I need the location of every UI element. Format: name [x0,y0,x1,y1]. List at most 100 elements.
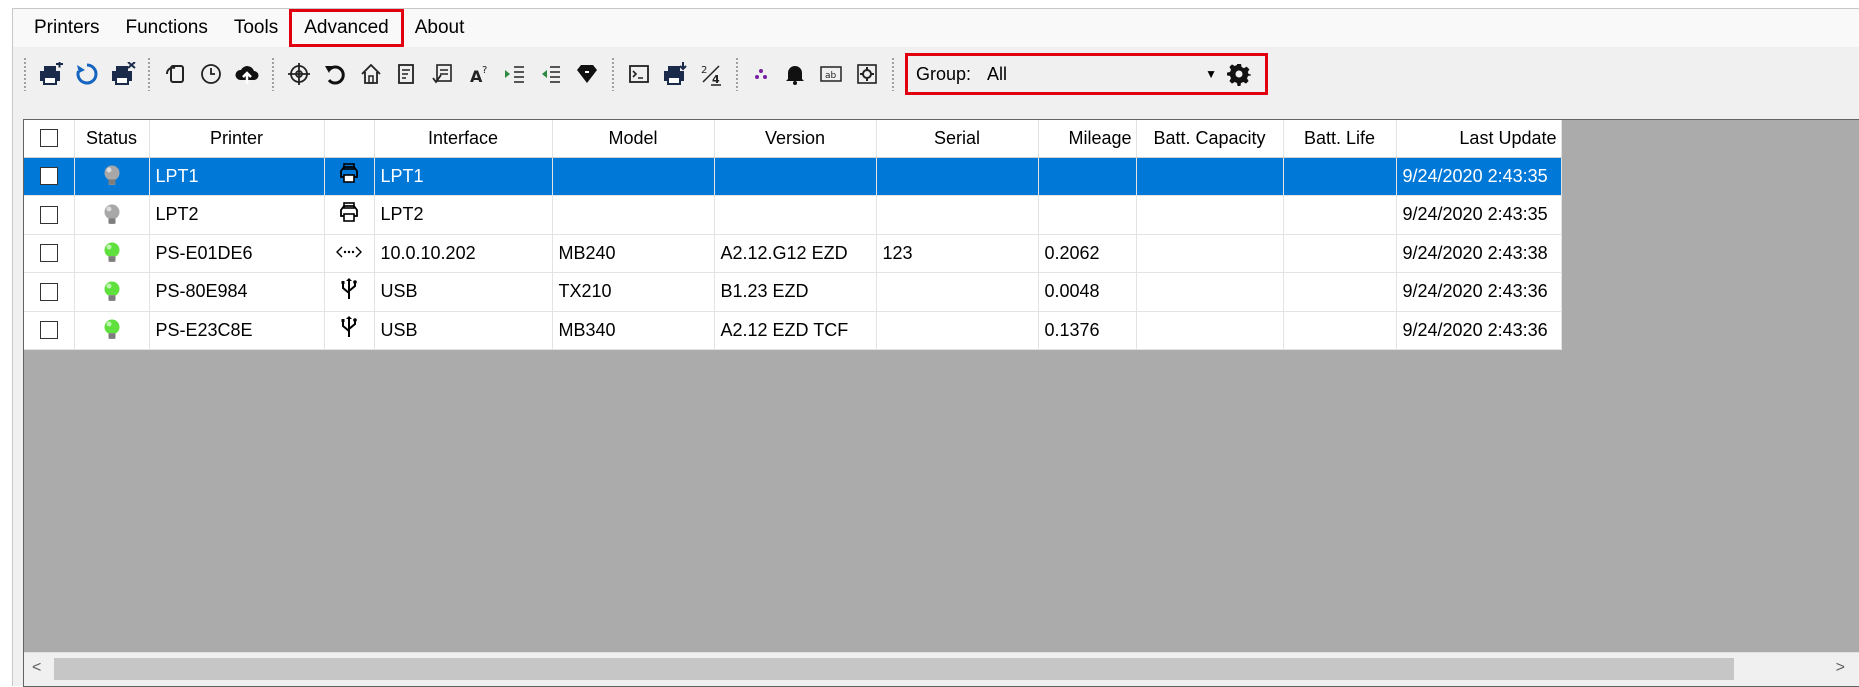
bell-icon[interactable] [777,56,813,92]
indent-icon[interactable] [497,56,533,92]
scroll-right-icon[interactable]: > [1836,659,1845,677]
column-header-iface-icon[interactable] [324,120,375,158]
row-checkbox-cell[interactable] [24,195,75,235]
cell-printer: LPT1 [149,157,325,196]
cell-batt-life [1283,234,1397,273]
row-checkbox-cell[interactable] [24,157,75,196]
target-icon[interactable] [281,56,317,92]
table-row[interactable]: PS-E23C8E USB MB340 A2.12 EZD TCF 0.1376 9/24… [24,311,1562,350]
cell-interface: USB [374,311,553,350]
toolbar-grip[interactable] [23,57,27,91]
group-select[interactable]: All ▼ [983,59,1222,89]
status-bulb-icon [75,318,149,342]
menu-printers[interactable]: Printers [21,11,112,45]
cell-batt-capacity [1136,157,1284,196]
font-size-icon[interactable]: A? [461,56,497,92]
cell-batt-capacity [1136,195,1284,235]
column-header-mileage[interactable]: Mileage [1038,120,1137,158]
add-printer-icon[interactable] [33,56,69,92]
cell-serial [876,195,1039,235]
row-checkbox[interactable] [39,205,58,224]
cell-model: MB340 [552,311,715,350]
table-row[interactable]: PS-80E984 USB TX210 B1.23 EZD 0.0048 9/24/202… [24,272,1562,312]
table-row[interactable]: LPT1 LPT1 9/24/2020 2:43:35 [24,157,1562,196]
svg-text:?: ? [482,65,487,76]
text-field-icon[interactable]: ab [813,56,849,92]
clock-icon[interactable] [193,56,229,92]
settings-panel-icon[interactable] [849,56,885,92]
menu-functions[interactable]: Functions [112,11,220,45]
printer-grid: Status Printer Interface Model Version S… [23,119,1859,687]
cell-batt-capacity [1136,234,1284,273]
column-header-batt-capacity[interactable]: Batt. Capacity [1136,120,1284,158]
scrollbar-thumb[interactable] [54,658,1734,680]
document-settings-icon[interactable] [389,56,425,92]
table-row[interactable]: LPT2 LPT2 9/24/2020 2:43:35 [24,195,1562,235]
menu-tools[interactable]: Tools [221,11,291,45]
printer-icon [324,195,375,235]
status-bulb-icon [75,203,149,227]
cell-model [552,195,715,235]
cell-batt-life [1283,195,1397,235]
row-checkbox-cell[interactable] [24,311,75,350]
gear-icon[interactable] [1221,56,1257,92]
cell-version: A2.12.G12 EZD [714,234,877,273]
column-header-last-update[interactable]: Last Update [1396,120,1562,158]
group-filter: Group: All ▼ [905,53,1269,95]
column-header-printer[interactable]: Printer [149,120,325,158]
row-checkbox-cell[interactable] [24,272,75,312]
cell-version: A2.12 EZD TCF [714,311,877,350]
printer-download-icon[interactable] [657,56,693,92]
reset-icon[interactable] [157,56,193,92]
column-header-version[interactable]: Version [714,120,877,158]
dots-icon[interactable] [745,56,777,92]
cell-interface: LPT1 [374,157,553,196]
menu-advanced[interactable]: Advanced [289,9,404,47]
column-header-interface[interactable]: Interface [374,120,553,158]
toolbar-grip [611,57,615,91]
cloud-upload-icon[interactable] [229,56,265,92]
status-cell [74,157,150,196]
outdent-icon[interactable] [533,56,569,92]
column-header-status[interactable]: Status [74,120,150,158]
scroll-left-icon[interactable]: < [32,659,41,677]
cell-last-update: 9/24/2020 2:43:36 [1396,272,1562,312]
row-checkbox[interactable] [39,244,58,263]
cell-serial [876,311,1039,350]
home-icon[interactable] [353,56,389,92]
undo-icon[interactable] [317,56,353,92]
cell-mileage [1038,157,1137,196]
cell-interface: USB [374,272,553,312]
refresh-icon[interactable] [69,56,105,92]
horizontal-scrollbar[interactable]: < > [24,652,1859,686]
row-checkbox[interactable] [39,167,58,186]
fraction-icon[interactable]: 24 [693,56,729,92]
row-checkbox-cell[interactable] [24,234,75,273]
status-cell [74,272,150,312]
printer-icon [324,157,375,196]
cell-mileage [1038,195,1137,235]
list-check-icon[interactable] [425,56,461,92]
column-header-batt-life[interactable]: Batt. Life [1283,120,1397,158]
cell-serial [876,157,1039,196]
column-header-model[interactable]: Model [552,120,715,158]
select-all-checkbox[interactable] [39,129,58,148]
cell-version [714,157,877,196]
cell-printer: PS-80E984 [149,272,325,312]
menu-about[interactable]: About [402,11,478,45]
cell-model [552,157,715,196]
cell-batt-capacity [1136,311,1284,350]
cell-version: B1.23 EZD [714,272,877,312]
row-checkbox[interactable] [39,282,58,301]
status-cell [74,311,150,350]
column-header-serial[interactable]: Serial [876,120,1039,158]
select-all-header[interactable] [24,120,75,158]
cell-printer: PS-E23C8E [149,311,325,350]
remove-printer-icon[interactable] [105,56,141,92]
row-checkbox[interactable] [39,321,58,340]
network-icon [324,234,375,273]
terminal-icon[interactable] [621,56,657,92]
svg-text:2: 2 [701,65,707,76]
table-row[interactable]: PS-E01DE6 10.0.10.202 MB240 A2.12.G12 EZD 12… [24,234,1562,273]
shield-icon[interactable] [569,56,605,92]
